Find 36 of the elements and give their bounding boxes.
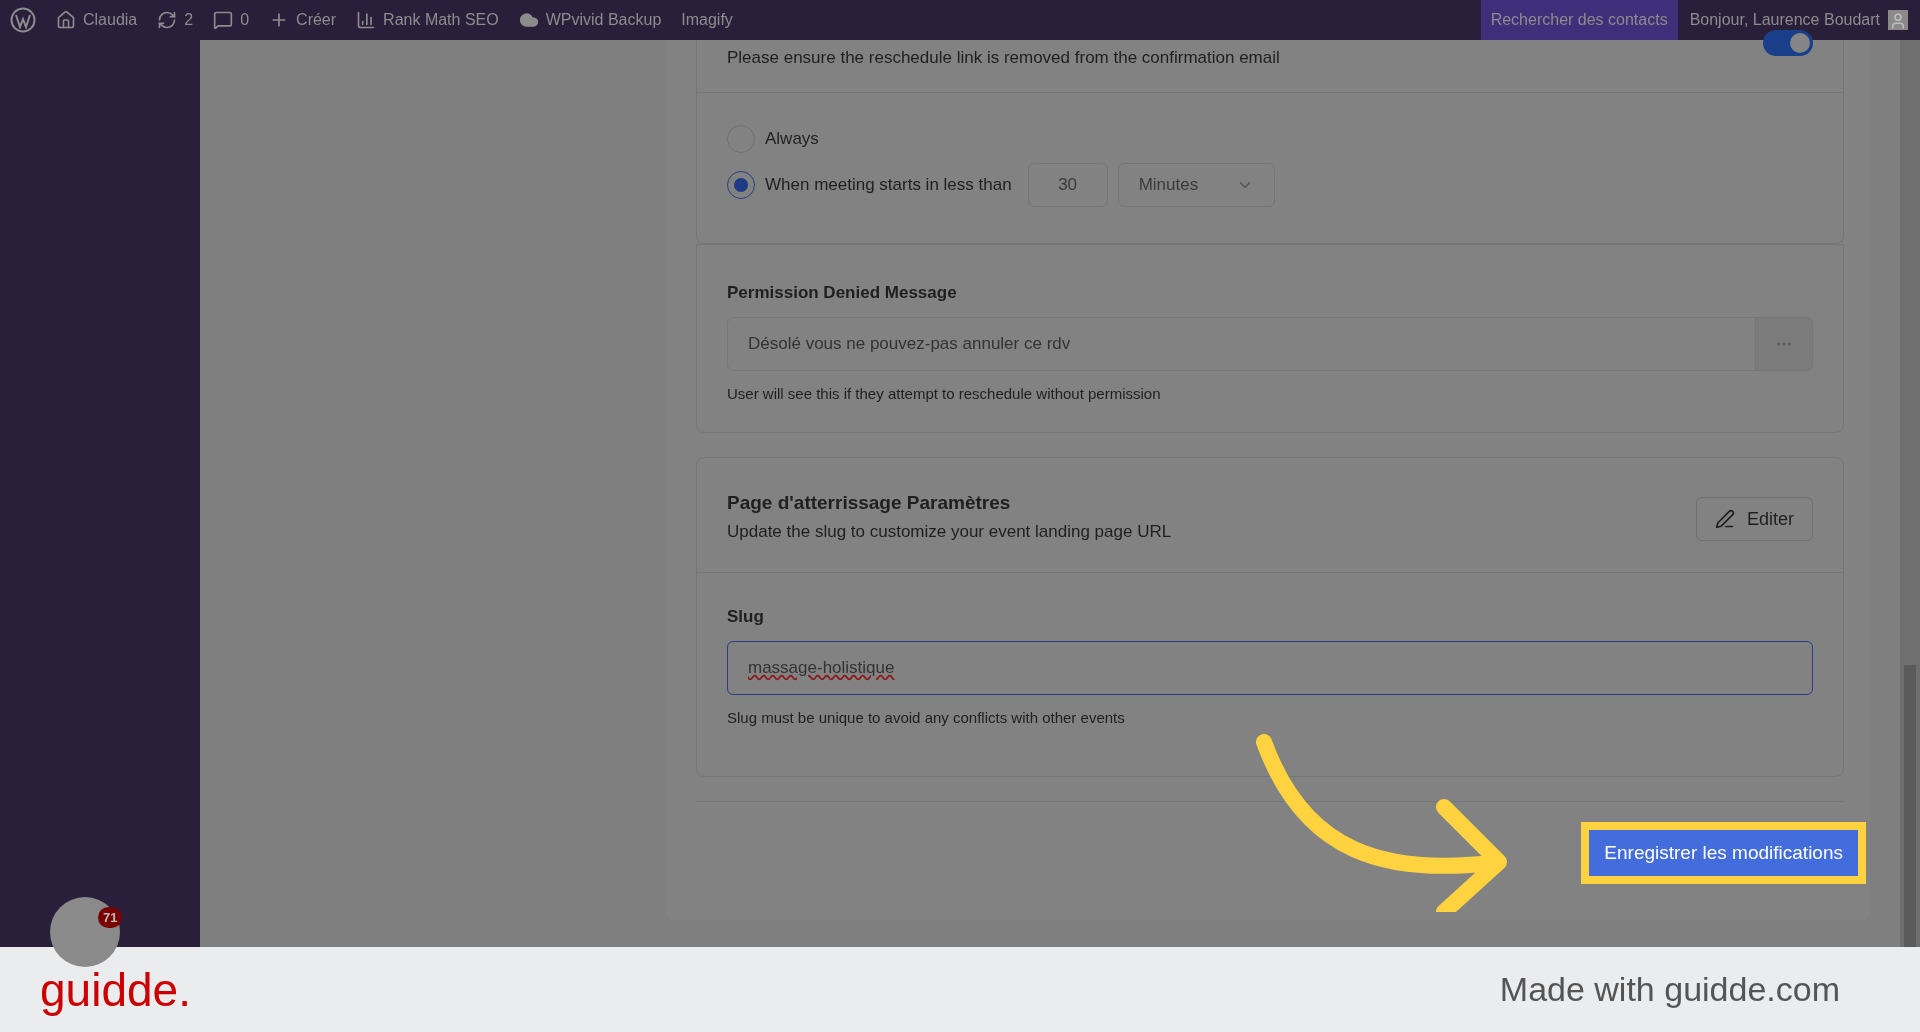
admin-bar-item[interactable]: Claudia <box>46 0 148 40</box>
home-icon <box>56 10 76 30</box>
pen-icon <box>1714 509 1735 529</box>
help-text: Slug must be unique to avoid any conflicts with other events <box>727 709 1126 726</box>
account-menu[interactable]: Bonjour, Laurence Boudart <box>1677 0 1920 40</box>
save-button[interactable]: Enregistrer les modifications <box>1581 822 1866 884</box>
section-title: Page d'atterrissage Paramètres <box>727 492 1012 514</box>
admin-bar-item[interactable]: 0 <box>203 0 260 40</box>
admin-bar-item[interactable]: Rank Math SEO <box>346 0 509 40</box>
search-contacts-link[interactable]: Rechercher des contacts <box>1480 0 1678 40</box>
help-text: User will see this if they attempt to reschedule without permission <box>727 385 1162 402</box>
slug-field[interactable]: massage-holistique <box>727 641 1813 695</box>
toggle-switch[interactable] <box>1763 30 1813 56</box>
refresh-icon <box>157 10 178 30</box>
number-field[interactable]: 30 <box>1027 163 1108 207</box>
field-label: Permission Denied Message <box>727 283 958 303</box>
scrollbar[interactable] <box>1900 40 1920 947</box>
field-label: Slug <box>727 607 765 627</box>
admin-bar-item[interactable]: Imagify <box>671 0 743 40</box>
unit-dropdown[interactable]: Minutes <box>1117 163 1276 207</box>
radio-label: When meeting starts in less than <box>765 175 1012 195</box>
note-text: Please ensure the reschedule link is removed from the confirmation email <box>727 48 1281 68</box>
footer-tagline: Made with guidde.com <box>1499 970 1840 1009</box>
comment-icon <box>213 10 234 30</box>
cloud-icon <box>518 10 539 30</box>
admin-bar-item[interactable]: Créer <box>259 0 347 40</box>
avatar-icon <box>1888 10 1908 30</box>
bar-chart-icon <box>356 10 377 30</box>
wordpress-logo-icon[interactable] <box>10 7 36 33</box>
section-subtitle: Update the slug to customize your event landing page URL <box>727 522 1173 542</box>
admin-bar-item[interactable]: WPvivid Backup <box>508 0 672 40</box>
admin-bar-item[interactable]: 2 <box>147 0 204 40</box>
edit-button[interactable]: Editer <box>1695 497 1813 541</box>
brand-logo: guidde. <box>40 962 191 1017</box>
message-field[interactable]: Désolé vous ne pouvez-pas annuler ce rdv <box>727 317 1813 371</box>
radio-label: Always <box>765 129 819 149</box>
